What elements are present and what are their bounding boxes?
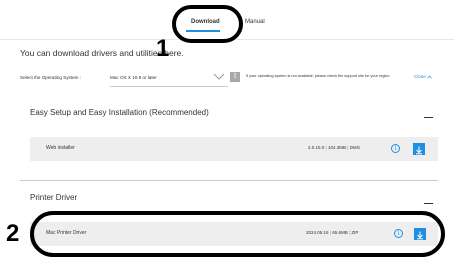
tab-download[interactable]: Download: [191, 19, 220, 25]
active-tab-indicator: [186, 30, 220, 32]
file-row-mac-printer-driver: Mac Printer Driver 2024.05.16 | 65.6MB |…: [30, 222, 438, 246]
os-select-value: Mac OS X 10.9 or later: [110, 75, 157, 80]
annotation-number-1: 1: [156, 35, 170, 62]
download-icon: [417, 231, 423, 240]
tab-bar: Download Manual: [0, 0, 454, 40]
file-meta: 2024.05.16 | 65.6MB | ZIP: [306, 230, 359, 235]
download-icon: [416, 146, 422, 155]
file-name: Web installer: [46, 145, 75, 151]
section-title-easy-setup: Easy Setup and Easy Installation (Recomm…: [30, 108, 209, 117]
file-row-web-installer: Web installer 2.0.15.0 | 104.3MB | DMG i: [30, 137, 438, 161]
info-icon[interactable]: i: [394, 229, 403, 238]
os-select-dropdown[interactable]: Mac OS X 10.9 or later: [110, 70, 228, 87]
info-icon[interactable]: i: [391, 144, 400, 153]
collapse-printer-driver-icon[interactable]: [424, 203, 433, 204]
tab-manual[interactable]: Manual: [245, 19, 265, 25]
file-name: Mac Printer Driver: [46, 230, 87, 236]
annotation-number-2: 2: [6, 220, 20, 247]
file-size: 65.6MB: [332, 230, 348, 235]
download-button[interactable]: [413, 143, 425, 155]
file-meta: 2.0.15.0 | 104.3MB | DMG: [308, 145, 361, 150]
os-availability-note: If your operating system is not availabl…: [246, 74, 391, 78]
download-button[interactable]: [414, 228, 426, 240]
close-link[interactable]: Close: [414, 74, 432, 79]
file-version: 2.0.15.0: [308, 145, 325, 150]
os-selector-row: Select the Operating System : Mac OS X 1…: [20, 70, 440, 88]
file-format: ZIP: [351, 230, 359, 235]
os-selector-label: Select the Operating System :: [20, 75, 82, 80]
file-size: 104.3MB: [327, 145, 346, 150]
file-version: 2024.05.16: [306, 230, 329, 235]
chevron-down-icon: [213, 73, 225, 80]
chevron-up-icon: [427, 75, 432, 79]
collapse-easy-setup-icon[interactable]: [424, 117, 433, 118]
section-title-printer-driver: Printer Driver: [30, 193, 78, 202]
file-format: DMG: [349, 145, 361, 150]
section-divider: [20, 180, 438, 181]
warning-badge-icon: !: [230, 72, 240, 82]
close-label: Close: [414, 74, 426, 79]
